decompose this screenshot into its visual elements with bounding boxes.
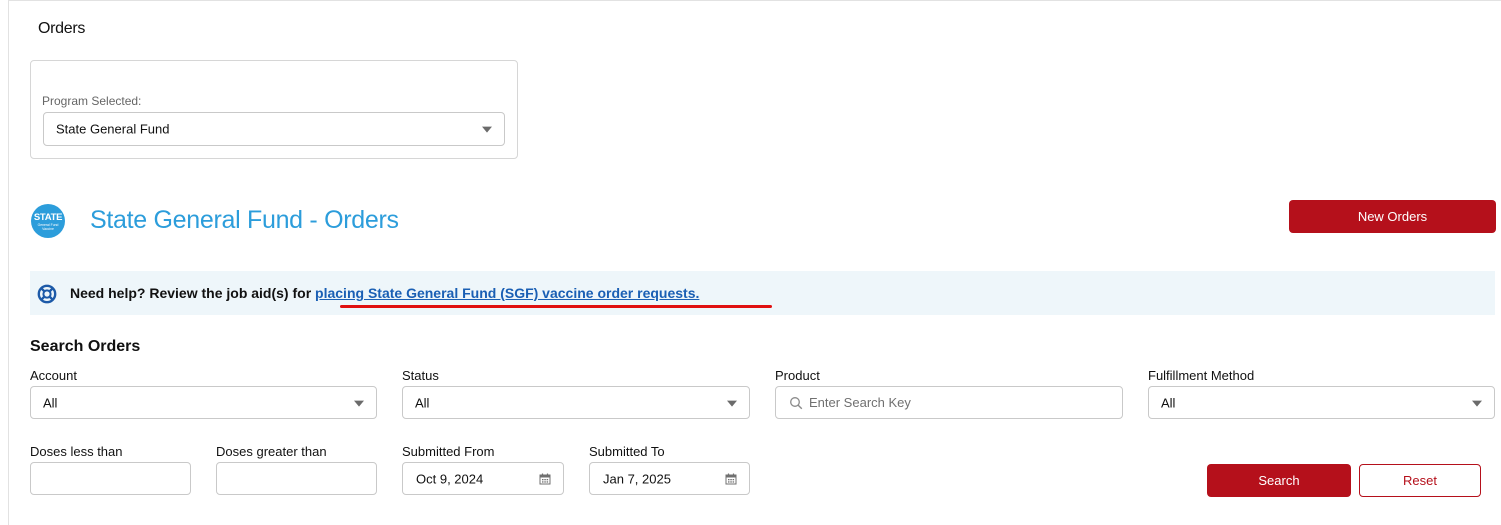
logo-text: STATE (33, 212, 63, 223)
fulfillment-select[interactable]: All (1148, 386, 1495, 419)
search-orders-title: Search Orders (30, 338, 141, 355)
chevron-down-icon (354, 400, 364, 407)
page-title: Orders (38, 20, 86, 37)
fulfillment-label: Fulfillment Method (1148, 368, 1255, 383)
job-aid-link[interactable]: placing State General Fund (SGF) vaccine… (315, 285, 699, 301)
chevron-down-icon (482, 126, 492, 133)
program-select[interactable]: State General Fund (43, 112, 505, 146)
submitted-to-label: Submitted To (589, 444, 665, 459)
doses-greater-input[interactable] (216, 462, 377, 495)
product-search-input[interactable] (775, 386, 1123, 419)
program-label: Program Selected: (42, 94, 142, 108)
new-orders-button[interactable]: New Orders (1289, 200, 1496, 233)
status-select-value: All (415, 395, 430, 410)
submitted-from-label: Submitted From (402, 444, 495, 459)
submitted-from-date[interactable]: Oct 9, 2024 (402, 462, 564, 495)
help-prompt: Need help? Review the job aid(s) for (70, 285, 316, 301)
reset-button[interactable]: Reset (1359, 464, 1481, 497)
doses-greater-label: Doses greater than (216, 444, 327, 459)
fulfillment-select-value: All (1161, 395, 1176, 410)
account-select[interactable]: All (30, 386, 377, 419)
orders-heading: State General Fund - Orders (90, 206, 399, 234)
search-button[interactable]: Search (1207, 464, 1351, 497)
lifebuoy-icon (37, 284, 57, 304)
product-label: Product (775, 368, 820, 383)
submitted-from-value: Oct 9, 2024 (416, 471, 484, 486)
help-text: Need help? Review the job aid(s) for pla… (70, 285, 699, 301)
calendar-icon[interactable] (725, 473, 737, 485)
doses-less-label: Doses less than (30, 444, 123, 459)
annotation-underline (340, 305, 772, 308)
sgf-logo: STATE General Fund Vaccine (31, 204, 65, 238)
submitted-to-date[interactable]: Jan 7, 2025 (589, 462, 750, 495)
chevron-down-icon (1472, 400, 1482, 407)
logo-subtext-2: Vaccine (42, 227, 54, 231)
submitted-to-value: Jan 7, 2025 (603, 471, 671, 486)
account-label: Account (30, 368, 77, 383)
program-select-value: State General Fund (56, 121, 170, 137)
doses-less-input[interactable] (30, 462, 191, 495)
status-label: Status (402, 368, 439, 383)
account-select-value: All (43, 395, 58, 410)
status-select[interactable]: All (402, 386, 750, 419)
calendar-icon[interactable] (539, 473, 551, 485)
search-icon (790, 397, 803, 410)
chevron-down-icon (727, 400, 737, 407)
